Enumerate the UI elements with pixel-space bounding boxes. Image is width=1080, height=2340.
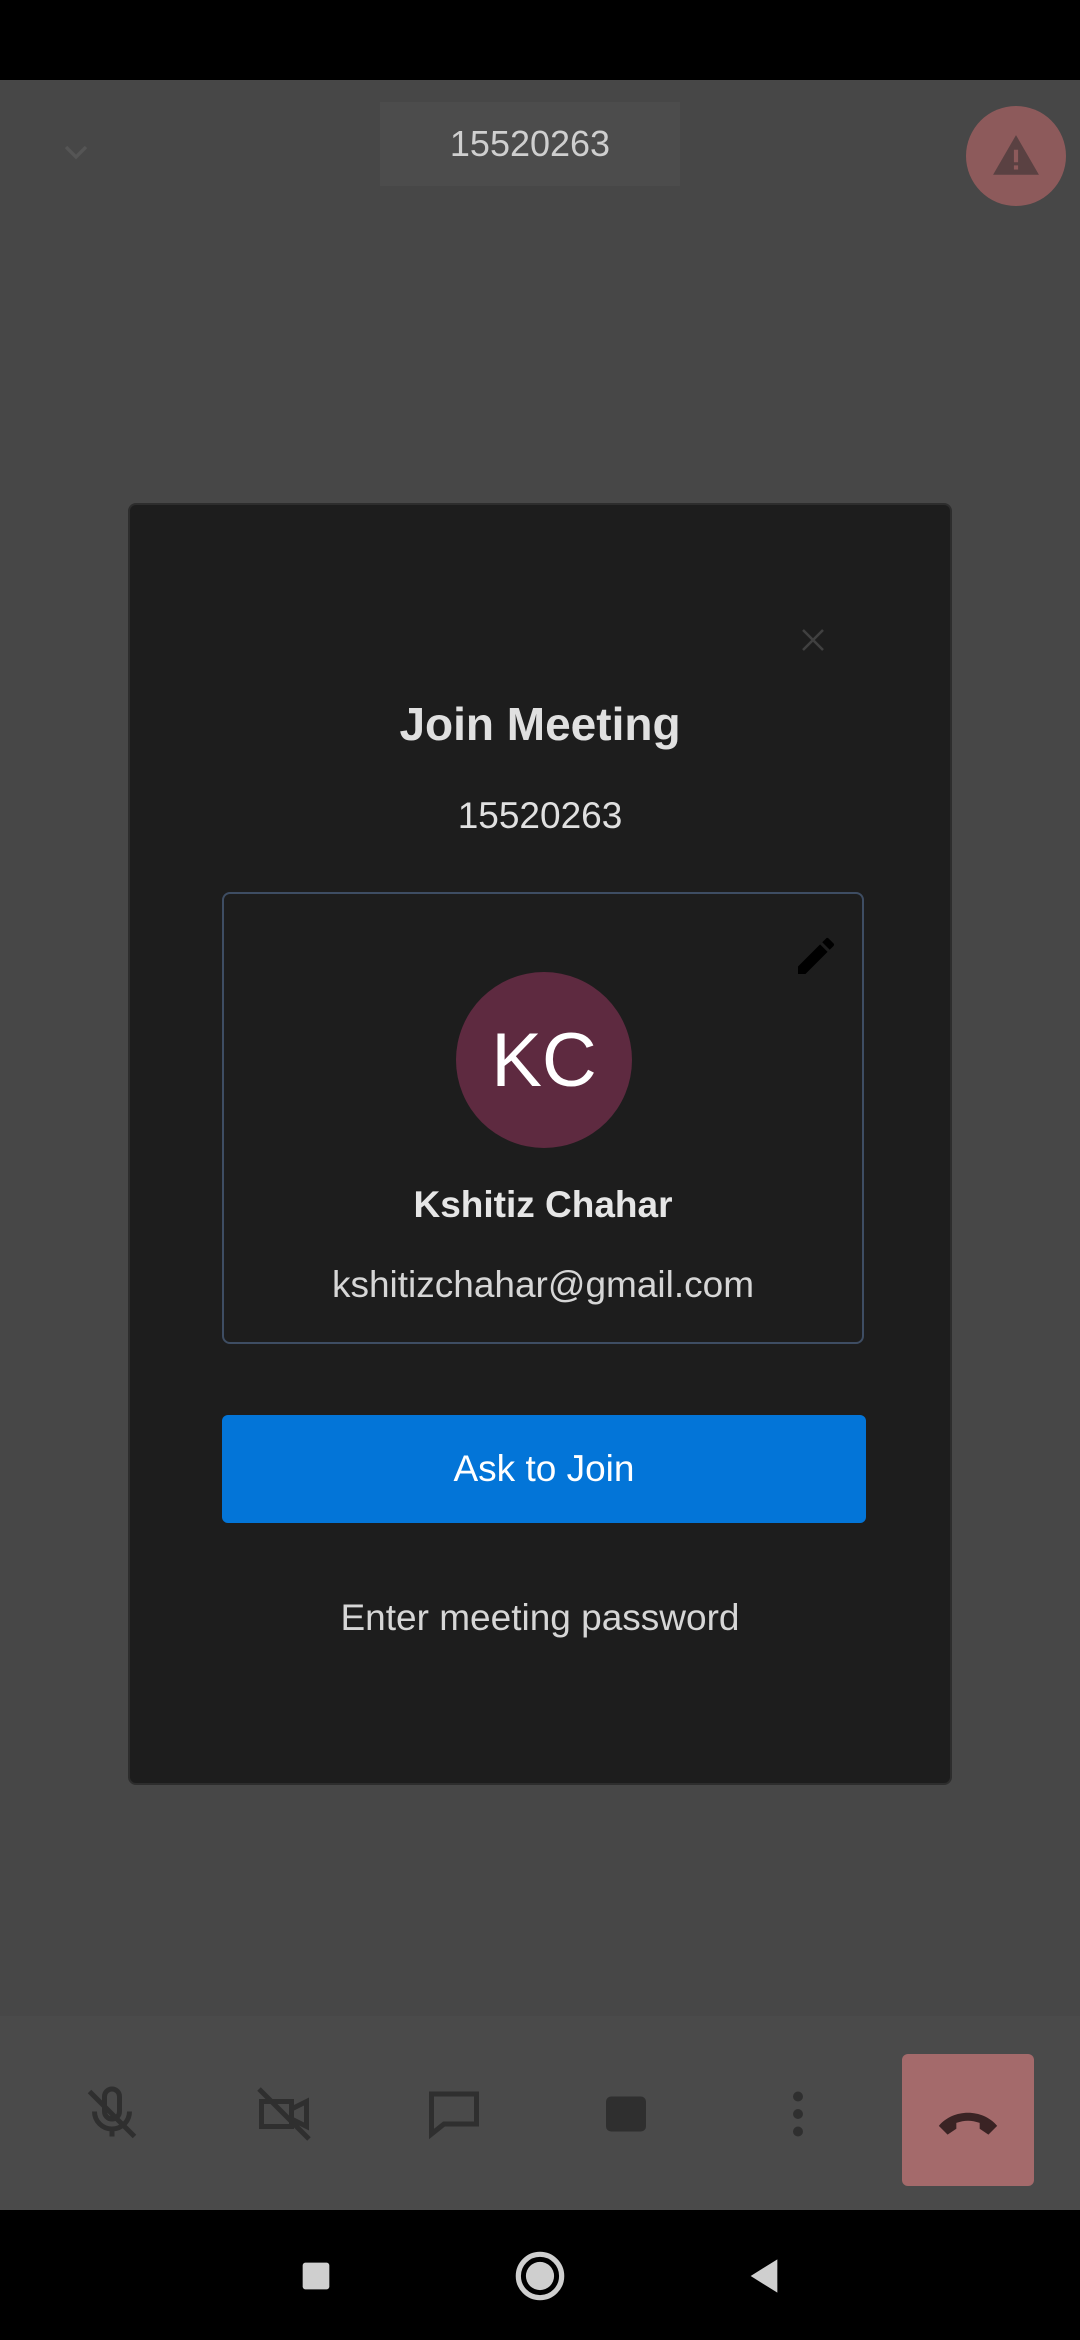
meeting-id: 15520263	[457, 795, 623, 836]
enter-password-link[interactable]: Enter meeting password	[130, 1597, 950, 1639]
recent-apps-button[interactable]	[286, 2246, 346, 2306]
recent-apps-icon	[302, 2262, 330, 2290]
back-icon	[750, 2259, 778, 2293]
navigation-bar	[0, 2210, 1080, 2340]
meeting-id-title: 15520263	[380, 102, 680, 186]
chat-icon[interactable]	[424, 2084, 484, 2144]
status-bar	[0, 0, 1080, 80]
chevron-down-icon[interactable]	[56, 132, 96, 172]
back-button[interactable]	[734, 2246, 794, 2306]
hangup-button[interactable]	[902, 2054, 1034, 2186]
home-icon	[515, 2251, 565, 2301]
user-email: kshitizchahar@gmail.com	[331, 1264, 755, 1305]
hangup-icon	[938, 2112, 998, 2135]
mic-off-icon[interactable]	[82, 2084, 142, 2144]
join-meeting-dialog: Join Meeting 15520263 KC Kshitiz Chahar …	[128, 503, 952, 1785]
dialog-title: Join Meeting	[399, 698, 681, 750]
video-off-icon[interactable]	[254, 2084, 314, 2144]
avatar: KC	[456, 972, 632, 1148]
close-icon[interactable]	[798, 625, 828, 655]
warning-icon	[993, 135, 1039, 175]
share-icon[interactable]	[596, 2084, 656, 2144]
profile-card: KC Kshitiz Chahar kshitizchahar@gmail.co…	[222, 892, 864, 1344]
more-icon[interactable]	[768, 2084, 828, 2144]
ask-to-join-button[interactable]: Ask to Join	[222, 1415, 866, 1523]
edit-icon[interactable]	[792, 932, 840, 980]
call-toolbar	[0, 2016, 1080, 2210]
warning-button[interactable]	[966, 106, 1066, 206]
user-name: Kshitiz Chahar	[413, 1184, 673, 1225]
home-button[interactable]	[510, 2246, 570, 2306]
